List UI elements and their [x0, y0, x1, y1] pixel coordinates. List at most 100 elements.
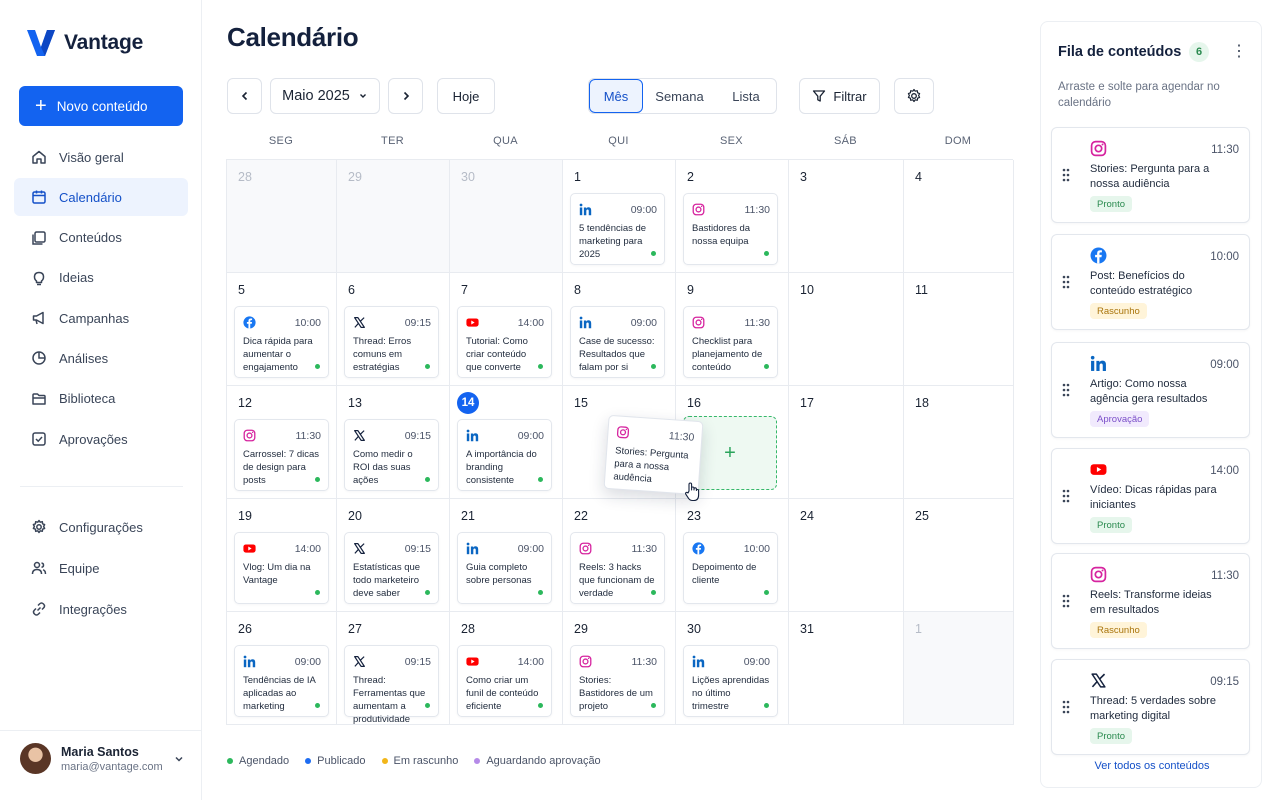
next-month-button[interactable]	[388, 78, 423, 114]
day-cell[interactable]: 5 10:00 Dica rápida para aumentar o enga…	[227, 273, 337, 386]
day-cell[interactable]: 28 14:00 Como criar um funil de conteúdo…	[450, 612, 563, 725]
day-cell[interactable]: 23 10:00 Depoimento de cliente	[676, 499, 789, 612]
day-cell[interactable]: 22 11:30 Reels: 3 hacks que funcionam de…	[563, 499, 676, 612]
sidebar-item-check-square[interactable]: Aprovações	[14, 420, 188, 458]
day-cell[interactable]: 30 09:00 Lições aprendidas no último tri…	[676, 612, 789, 725]
settings-button[interactable]	[894, 78, 934, 114]
day-cell[interactable]: 19 14:00 Vlog: Um dia na Vantage	[227, 499, 337, 612]
chevron-right-icon	[403, 91, 409, 101]
day-cell[interactable]: 18	[904, 386, 1014, 499]
drag-handle-icon[interactable]	[1062, 383, 1070, 397]
day-cell[interactable]: 4	[904, 160, 1014, 273]
day-cell[interactable]: 30	[450, 160, 563, 273]
day-cell[interactable]: 12 11:30 Carrossel: 7 dicas de design pa…	[227, 386, 337, 499]
day-cell[interactable]: 7 14:00 Tutorial: Como criar conteúdo qu…	[450, 273, 563, 386]
view-list-tab[interactable]: Lista	[716, 79, 776, 113]
queue-item-card[interactable]: 11:30 Stories: Pergunta para a nossa aud…	[1051, 127, 1250, 223]
month-select[interactable]: Maio 2025	[270, 78, 380, 114]
sidebar-item-users[interactable]: Equipe	[14, 549, 188, 587]
logo[interactable]: Vantage	[26, 28, 143, 58]
scheduled-post-card[interactable]: 11:30 Bastidores da nossa equipa	[683, 193, 778, 265]
day-number: 13	[348, 396, 362, 410]
post-time: 14:00	[517, 316, 544, 329]
user-menu[interactable]: Maria Santos maria@vantage.com	[20, 743, 185, 774]
scheduled-post-card[interactable]: 11:30 Reels: 3 hacks que funcionam de ve…	[570, 532, 665, 604]
scheduled-post-card[interactable]: 09:15 Como medir o ROI das suas ações	[344, 419, 439, 491]
sidebar-item-content[interactable]: Conteúdos	[14, 219, 188, 257]
sidebar-item-megaphone[interactable]: Campanhas	[14, 299, 188, 337]
scheduled-post-card[interactable]: 10:00 Dica rápida para aumentar o engaja…	[234, 306, 329, 378]
scheduled-post-card[interactable]: 09:15 Thread: Ferramentas que aumentam a…	[344, 645, 439, 725]
day-cell[interactable]: 29	[337, 160, 450, 273]
page-title: Calendário	[227, 22, 359, 52]
view-all-link[interactable]: Ver todos os conteúdos	[1041, 760, 1263, 772]
prev-month-button[interactable]	[227, 78, 262, 114]
day-cell[interactable]: 1	[904, 612, 1014, 725]
sidebar-item-home[interactable]: Visão geral	[14, 138, 188, 176]
day-cell[interactable]: 29 11:30 Stories: Bastidores de um proje…	[563, 612, 676, 725]
day-cell[interactable]: 28	[227, 160, 337, 273]
day-cell[interactable]: 3	[789, 160, 904, 273]
view-month-tab[interactable]: Mês	[589, 79, 643, 113]
today-button[interactable]: Hoje	[437, 78, 495, 114]
scheduled-post-card[interactable]: 09:00 Lições aprendidas no último trimes…	[683, 645, 778, 717]
day-cell[interactable]: 11	[904, 273, 1014, 386]
drag-handle-icon[interactable]	[1062, 275, 1070, 289]
more-options-icon[interactable]: ⋮	[1231, 42, 1247, 62]
filter-button[interactable]: Filtrar	[799, 78, 880, 114]
day-cell[interactable]: 6 09:15 Thread: Erros comuns em estratég…	[337, 273, 450, 386]
queue-item-card[interactable]: 09:15 Thread: 5 verdades sobre marketing…	[1051, 659, 1250, 755]
day-cell[interactable]: 24	[789, 499, 904, 612]
sidebar-item-link[interactable]: Integrações	[14, 590, 188, 628]
queue-item-card[interactable]: 09:00 Artigo: Como nossa agência gera re…	[1051, 342, 1250, 438]
scheduled-post-card[interactable]: 09:00 5 tendências de marketing para 202…	[570, 193, 665, 265]
scheduled-post-card[interactable]: 09:15 Thread: Erros comuns em estratégia…	[344, 306, 439, 378]
day-cell[interactable]: 2 11:30 Bastidores da nossa equipa	[676, 160, 789, 273]
scheduled-post-card[interactable]: 10:00 Depoimento de cliente	[683, 532, 778, 604]
sidebar-item-chart-pie[interactable]: Análises	[14, 339, 188, 377]
scheduled-post-card[interactable]: 09:00 Guia completo sobre personas	[457, 532, 552, 604]
sidebar-item-calendar[interactable]: Calendário	[14, 178, 188, 217]
post-title: Stories: Pergunta para a nossa audência	[613, 445, 689, 485]
day-cell[interactable]: 21 09:00 Guia completo sobre personas	[450, 499, 563, 612]
new-content-button[interactable]: + Novo conteúdo	[19, 86, 183, 126]
scheduled-post-card[interactable]: 09:00 Case de sucesso: Resultados que fa…	[570, 306, 665, 378]
scheduled-post-card[interactable]: 09:15 Estatísticas que todo marketeiro d…	[344, 532, 439, 604]
day-cell[interactable]: 10	[789, 273, 904, 386]
day-cell[interactable]: 14 09:00 A importância do branding consi…	[450, 386, 563, 499]
queue-item-card[interactable]: 14:00 Vídeo: Dicas rápidas para iniciant…	[1051, 448, 1250, 544]
queue-item-card[interactable]: 10:00 Post: Benefícios do conteúdo estra…	[1051, 234, 1250, 330]
day-cell[interactable]: 13 09:15 Como medir o ROI das suas ações	[337, 386, 450, 499]
post-title: Carrossel: 7 dicas de design para posts	[243, 449, 320, 486]
scheduled-post-card[interactable]: 09:00 A importância do branding consiste…	[457, 419, 552, 491]
scheduled-post-card[interactable]: 14:00 Vlog: Um dia na Vantage	[234, 532, 329, 604]
sidebar-item-folder[interactable]: Biblioteca	[14, 380, 188, 418]
day-cell[interactable]: 17	[789, 386, 904, 499]
vantage-logo-icon	[27, 30, 55, 56]
sidebar-item-lightbulb[interactable]: Ideias	[14, 259, 188, 297]
day-cell[interactable]: 8 09:00 Case de sucesso: Resultados que …	[563, 273, 676, 386]
view-week-tab[interactable]: Semana	[643, 79, 716, 113]
queue-count-badge: 6	[1189, 42, 1209, 62]
drag-handle-icon[interactable]	[1062, 489, 1070, 503]
sidebar-item-gear[interactable]: Configurações	[14, 508, 188, 546]
scheduled-post-card[interactable]: 14:00 Tutorial: Como criar conteúdo que …	[457, 306, 552, 378]
scheduled-post-card[interactable]: 11:30 Checklist para planejamento de con…	[683, 306, 778, 378]
day-cell[interactable]: 25	[904, 499, 1014, 612]
drag-handle-icon[interactable]	[1062, 700, 1070, 714]
drag-handle-icon[interactable]	[1062, 594, 1070, 608]
post-time: 10:00	[743, 542, 770, 555]
scheduled-post-card[interactable]: 09:00 Tendências de IA aplicadas ao mark…	[234, 645, 329, 717]
queue-item-card[interactable]: 11:30 Reels: Transforme ideias em result…	[1051, 553, 1250, 649]
day-cell[interactable]: 27 09:15 Thread: Ferramentas que aumenta…	[337, 612, 450, 725]
scheduled-post-card[interactable]: 14:00 Como criar um funil de conteúdo ef…	[457, 645, 552, 717]
day-cell[interactable]: 1 09:00 5 tendências de marketing para 2…	[563, 160, 676, 273]
drag-handle-icon[interactable]	[1062, 168, 1070, 182]
day-cell[interactable]: 31	[789, 612, 904, 725]
status-dot	[315, 477, 320, 482]
day-cell[interactable]: 9 11:30 Checklist para planejamento de c…	[676, 273, 789, 386]
day-cell[interactable]: 20 09:15 Estatísticas que todo marketeir…	[337, 499, 450, 612]
day-cell[interactable]: 26 09:00 Tendências de IA aplicadas ao m…	[227, 612, 337, 725]
scheduled-post-card[interactable]: 11:30 Carrossel: 7 dicas de design para …	[234, 419, 329, 491]
scheduled-post-card[interactable]: 11:30 Stories: Bastidores de um projeto	[570, 645, 665, 717]
